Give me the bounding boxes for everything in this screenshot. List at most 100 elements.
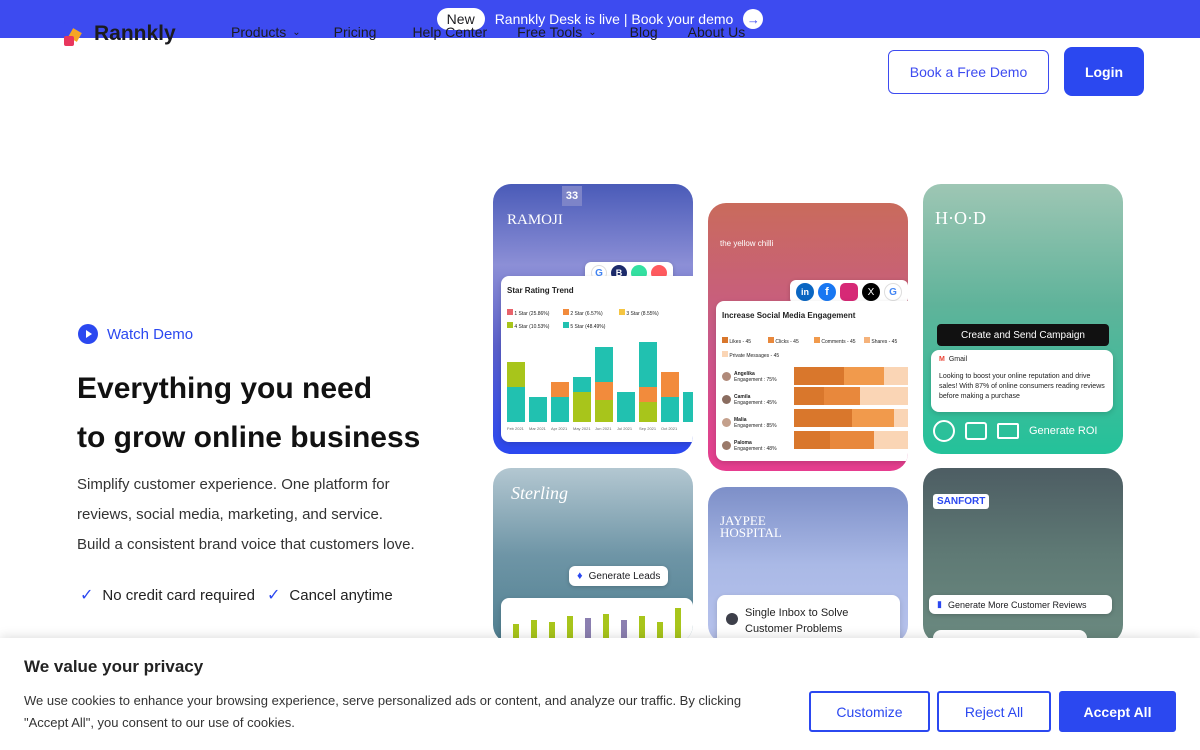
watch-demo-link[interactable]: Watch Demo [78, 324, 193, 344]
nav-item-pricing[interactable]: Pricing [334, 24, 377, 40]
subtext-line: Build a consistent brand voice that cust… [77, 536, 415, 553]
linkedin-icon: in [796, 283, 814, 301]
generate-roi-label: Generate ROI [1029, 425, 1098, 437]
check-label: No credit card required [102, 586, 255, 604]
user-icon [726, 613, 738, 625]
generate-leads-chip: ♦ Generate Leads [569, 566, 669, 586]
sterling-card: Sterling ♦ Generate Leads [493, 468, 693, 643]
x-icon: X [862, 283, 880, 301]
create-campaign-button[interactable]: Create and Send Campaign [937, 324, 1109, 346]
check-label: Cancel anytime [289, 586, 393, 604]
inbox-text: Single Inbox to Solve Customer Problems [745, 605, 848, 637]
person-row: Malia Engagement : 85% [722, 411, 782, 434]
engagement-stats: Likes - 45 Clicks - 45 Comments - 45 Sha… [722, 335, 902, 363]
play-icon [78, 324, 98, 344]
stacked-bars [507, 342, 693, 422]
main-nav: Products ⌄ Pricing Help Center Free Tool… [231, 24, 745, 40]
headline-line: to grow online business [77, 421, 421, 454]
legend-item: 2 Star (6.57%) [570, 311, 603, 317]
inbox-line: Customer Problems [745, 623, 843, 635]
book-demo-button[interactable]: Book a Free Demo [888, 50, 1049, 94]
person-row: Paloma Engagement : 48% [722, 434, 782, 457]
avatar [722, 395, 731, 404]
nav-item-free-tools[interactable]: Free Tools ⌄ [517, 24, 597, 40]
accept-all-button[interactable]: Accept All [1059, 691, 1176, 732]
month-tick: Sep 2021 [639, 426, 657, 431]
message-icon [965, 422, 987, 440]
logo[interactable]: Rannkly [64, 22, 176, 46]
chart-legend: 1 Star (25.86%) 2 Star (6.57%) 3 Star (8… [507, 308, 687, 334]
star-rating-panel: Star Rating Trend 1 Star (25.86%) 2 Star… [501, 276, 693, 442]
month-tick: Apr 2021 [551, 426, 568, 431]
sanfort-card: SANFORT ▮ Generate More Customer Reviews [923, 468, 1123, 643]
check-item: ✓ No credit card required [80, 585, 255, 605]
customize-button[interactable]: Customize [809, 691, 930, 732]
nav-item-blog[interactable]: Blog [630, 24, 658, 40]
chevron-down-icon: ⌄ [292, 26, 301, 38]
nav-label: Pricing [333, 24, 377, 40]
ramoji-badge: 33 [562, 186, 582, 206]
legend-item: 3 Star (8.55%) [626, 311, 659, 317]
avatar [722, 372, 731, 381]
gmail-label: Gmail [948, 356, 968, 363]
yellow-chilli-brand: the yellow chilli [720, 239, 774, 248]
gmail-panel: M Gmail Looking to boost your online rep… [931, 350, 1113, 412]
yellow-chilli-card: the yellow chilli in f X G Increase Soci… [708, 203, 908, 471]
gmail-icon: M [939, 356, 945, 363]
login-button[interactable]: Login [1064, 47, 1144, 96]
arrow-right-icon[interactable]: → [743, 9, 764, 29]
watch-demo-label: Watch Demo [107, 325, 194, 343]
chevron-down-icon: ⌄ [588, 26, 597, 38]
chip-label: Generate Leads [588, 570, 661, 582]
roi-row: Generate ROI [933, 420, 1097, 442]
stat-item: Private Messages - 45 [729, 353, 780, 359]
jaypee-brand: JAYPEE HOSPITAL [720, 513, 782, 540]
hero-headline: Everything you need to grow online busin… [77, 364, 477, 462]
bar-chart-icon: ▮ [937, 599, 942, 609]
hero-subtext: Simplify customer experience. One platfo… [77, 470, 457, 560]
cookie-banner: We value your privacy We use cookies to … [0, 638, 1200, 750]
jaypee-card: JAYPEE HOSPITAL Single Inbox to Solve Cu… [708, 487, 908, 643]
engagement-bars [794, 367, 908, 449]
inbox-line: Single Inbox to Solve [745, 607, 849, 619]
facebook-icon: f [818, 283, 836, 301]
month-tick: Jun 2021 [595, 426, 612, 431]
person-row: Angelika Engagement : 75% [722, 365, 782, 388]
nav-label: Blog [629, 24, 658, 40]
people-list: Angelika Engagement : 75% Camila Engagemen… [722, 365, 782, 457]
month-tick: Oct 2021 [661, 426, 678, 431]
reject-all-button[interactable]: Reject All [937, 691, 1051, 732]
month-tick: Feb 2021 [507, 426, 525, 431]
subtext-line: reviews, social media, marketing, and se… [77, 506, 383, 523]
person-engagement: Engagement : 75% [734, 376, 777, 383]
leads-bars [513, 608, 681, 638]
star-rating-chart: Feb 2021 Mar 2021 Apr 2021 May 2021 Jun … [507, 342, 693, 431]
check-item: ✓ Cancel anytime [267, 585, 393, 605]
legend-item: 5 Star (48.49%) [570, 324, 606, 330]
subtext-line: Simplify customer experience. One platfo… [77, 476, 390, 493]
panel-title: Star Rating Trend [507, 286, 574, 295]
hod-card: H·O·D Create and Send Campaign M Gmail L… [923, 184, 1123, 454]
nav-item-help-center[interactable]: Help Center [412, 24, 487, 40]
nav-label: Products [231, 24, 287, 40]
month-ticks: Feb 2021 Mar 2021 Apr 2021 May 2021 Jun … [507, 426, 678, 431]
gmail-row: M Gmail [939, 356, 967, 363]
checkmark-icon: ✓ [80, 587, 94, 604]
avatar [722, 418, 731, 427]
person-row: Camila Engagement : 45% [722, 388, 782, 411]
stat-item: Comments - 45 [821, 339, 856, 345]
nav-label: Help Center [412, 24, 488, 40]
person-engagement: Engagement : 48% [734, 445, 777, 452]
month-tick: Jul 2021 [617, 426, 633, 431]
mail-icon [997, 423, 1019, 439]
whatsapp-icon [933, 420, 955, 442]
nav-item-products[interactable]: Products ⌄ [231, 24, 301, 40]
nav-item-about-us[interactable]: About Us [688, 24, 746, 40]
instagram-icon [840, 283, 858, 301]
month-tick: Mar 2021 [529, 426, 547, 431]
sanfort-brand: SANFORT [933, 494, 990, 509]
hero-checks: ✓ No credit card required ✓ Cancel anyti… [80, 585, 393, 605]
stat-item: Likes - 45 [729, 339, 752, 345]
hod-brand: H·O·D [935, 208, 986, 228]
engagement-panel: Increase Social Media Engagement Likes -… [716, 301, 908, 461]
